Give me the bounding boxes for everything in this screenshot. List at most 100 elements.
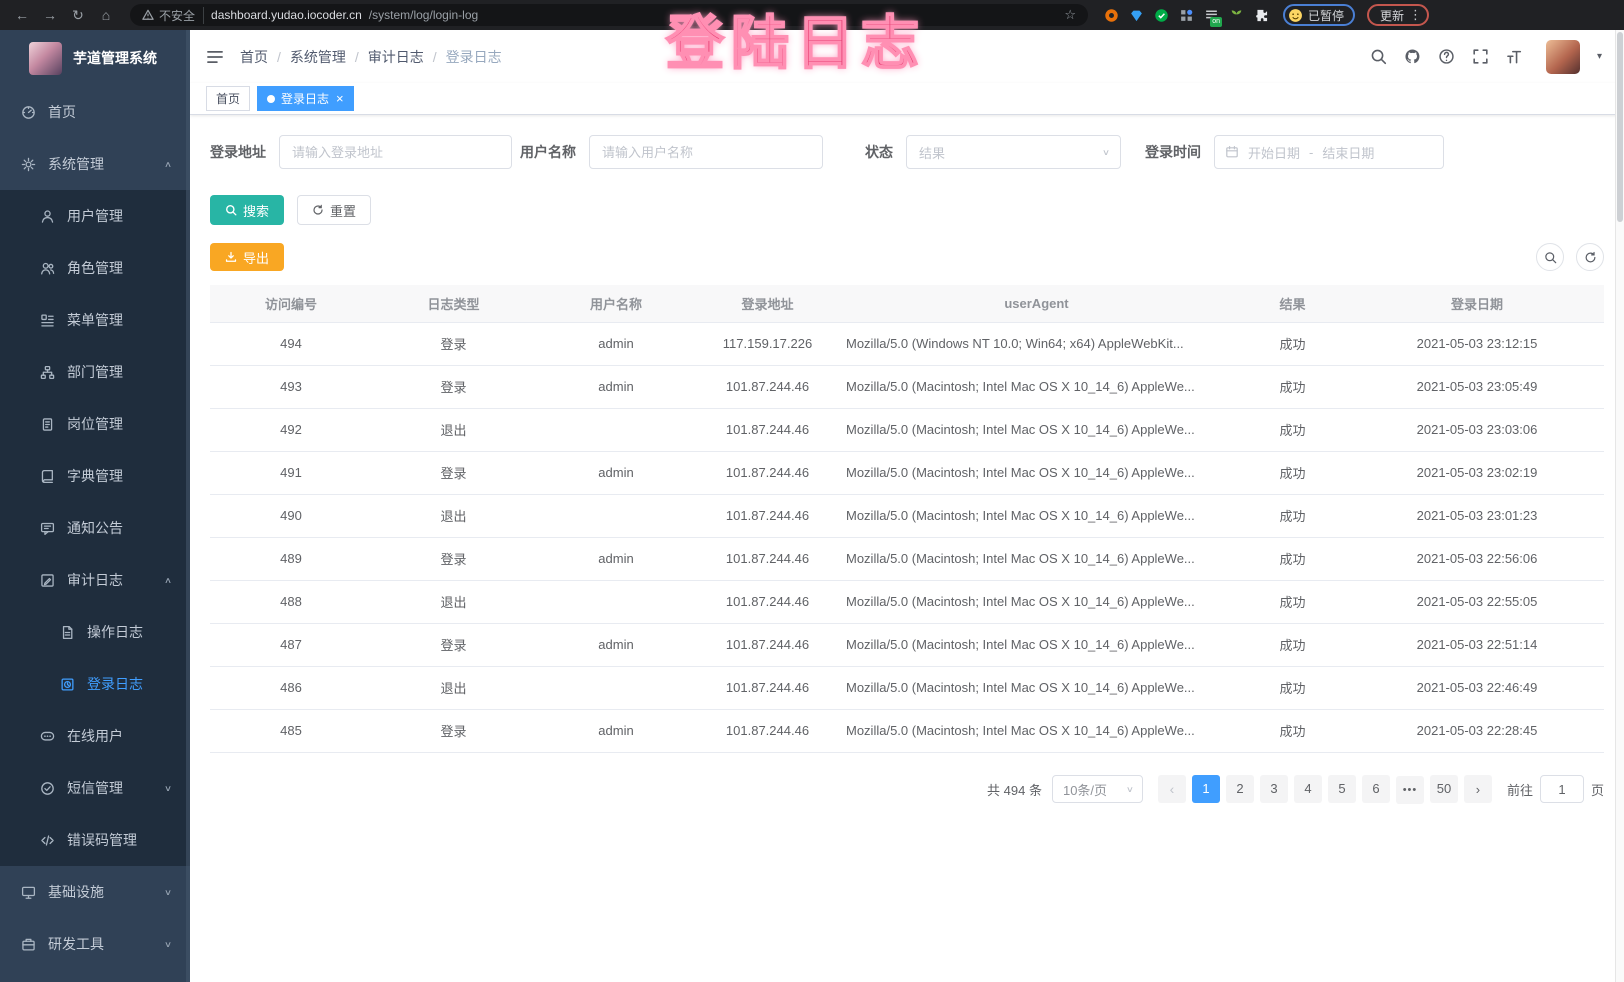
- sidebar-item-notices[interactable]: 通知公告: [0, 502, 190, 554]
- help-icon[interactable]: [1438, 48, 1455, 65]
- pager-next-button[interactable]: ›: [1464, 775, 1492, 803]
- pager-prev-button[interactable]: ‹: [1158, 775, 1186, 803]
- table-cell: 494: [210, 322, 372, 365]
- tab-close-icon[interactable]: ×: [336, 92, 344, 105]
- reset-button[interactable]: 重置: [297, 195, 371, 225]
- table-cell: 101.87.244.46: [697, 451, 838, 494]
- bookmark-star-icon[interactable]: ☆: [1064, 7, 1076, 23]
- sidebar-item-login-log[interactable]: 登录日志: [0, 658, 190, 710]
- chevron-up-icon: ∧: [164, 575, 172, 585]
- avatar-caret-icon[interactable]: ▾: [1597, 51, 1602, 62]
- update-pill[interactable]: 更新 ⋮: [1367, 4, 1429, 26]
- sidebar-item-posts[interactable]: 岗位管理: [0, 398, 190, 450]
- sidebar-item-infra[interactable]: 基础设施∨: [0, 866, 190, 918]
- status-select[interactable]: 结果 ∨: [906, 135, 1121, 169]
- github-icon[interactable]: [1404, 48, 1421, 65]
- goto-page-input[interactable]: [1540, 775, 1584, 803]
- tags-bar: 首页登录日志×: [190, 83, 1624, 115]
- search-icon[interactable]: [1370, 48, 1387, 65]
- ext-list-on-icon[interactable]: on: [1204, 8, 1219, 23]
- pager-page-6[interactable]: 6: [1362, 775, 1390, 803]
- refresh-table-button[interactable]: [1576, 243, 1604, 271]
- fullscreen-icon[interactable]: [1472, 48, 1489, 65]
- address-bar[interactable]: 不安全 dashboard.yudao.iocoder.cn/system/lo…: [130, 4, 1088, 26]
- sidebar-item-roles[interactable]: 角色管理: [0, 242, 190, 294]
- sidebar-logo[interactable]: 芋道管理系统: [0, 30, 190, 86]
- ext-gem-icon[interactable]: [1129, 8, 1144, 23]
- sidebar: 芋道管理系统 首页系统管理∧用户管理角色管理菜单管理部门管理岗位管理字典管理通知…: [0, 30, 190, 982]
- export-button[interactable]: 导出: [210, 243, 284, 271]
- chevron-down-icon: ∨: [164, 939, 172, 949]
- scrollbar-thumb[interactable]: [1617, 32, 1623, 222]
- hamburger-icon[interactable]: [206, 48, 224, 66]
- pager-page-4[interactable]: 4: [1294, 775, 1322, 803]
- start-date-placeholder: 开始日期: [1248, 143, 1300, 162]
- page-scrollbar[interactable]: [1615, 30, 1624, 982]
- sidebar-item-online-users[interactable]: 在线用户: [0, 710, 190, 762]
- breadcrumb-separator: /: [355, 49, 359, 65]
- sidebar-item-audit-log[interactable]: 审计日志∧: [0, 554, 190, 606]
- table-cell: 101.87.244.46: [697, 580, 838, 623]
- search-button-label: 搜索: [243, 201, 269, 220]
- breadcrumb-item[interactable]: 审计日志: [368, 47, 424, 67]
- pager-page-5[interactable]: 5: [1328, 775, 1356, 803]
- tab-label: 首页: [216, 90, 240, 107]
- sidebar-item-home[interactable]: 首页: [0, 86, 190, 138]
- browser-reload-icon[interactable]: ↻: [66, 3, 90, 27]
- sidebar-item-dev-tools[interactable]: 研发工具∨: [0, 918, 190, 970]
- pager-page-1[interactable]: 1: [1192, 775, 1220, 803]
- table-cell: 2021-05-03 22:28:45: [1350, 709, 1604, 752]
- profile-emoji-icon: [1288, 8, 1303, 23]
- ext-plant-icon[interactable]: [1229, 8, 1244, 23]
- sidebar-item-dicts[interactable]: 字典管理: [0, 450, 190, 502]
- username-input[interactable]: [589, 135, 823, 169]
- column-header: 结果: [1235, 285, 1350, 322]
- sidebar-item-error-codes[interactable]: 错误码管理: [0, 814, 190, 866]
- table-cell: 492: [210, 408, 372, 451]
- sidebar-item-users[interactable]: 用户管理: [0, 190, 190, 242]
- sidebar-item-system[interactable]: 系统管理∧: [0, 138, 190, 190]
- page-size-select[interactable]: 10条/页 ∨: [1052, 775, 1143, 803]
- paused-label: 已暂停: [1308, 7, 1344, 24]
- user-avatar[interactable]: [1546, 40, 1580, 74]
- ext-orange-icon[interactable]: [1104, 8, 1119, 23]
- breadcrumb-item[interactable]: 系统管理: [290, 47, 346, 67]
- login-address-input[interactable]: [279, 135, 512, 169]
- search-button[interactable]: 搜索: [210, 195, 284, 225]
- security-chip[interactable]: 不安全: [142, 7, 204, 24]
- table-cell: 登录: [372, 537, 535, 580]
- table-cell: 101.87.244.46: [697, 494, 838, 537]
- pager-page-50[interactable]: 50: [1430, 775, 1458, 803]
- tab-home[interactable]: 首页: [206, 86, 250, 111]
- tab-login-log[interactable]: 登录日志×: [257, 86, 354, 111]
- devtools-icon: [21, 937, 36, 952]
- table-cell: 2021-05-03 23:02:19: [1350, 451, 1604, 494]
- sidebar-item-sms[interactable]: 短信管理∨: [0, 762, 190, 814]
- login-time-range-picker[interactable]: 开始日期 - 结束日期: [1214, 135, 1444, 169]
- extensions-puzzle-icon[interactable]: [1254, 8, 1269, 23]
- pager-ellipsis[interactable]: •••: [1396, 776, 1424, 804]
- pager-page-3[interactable]: 3: [1260, 775, 1288, 803]
- profile-paused-pill[interactable]: 已暂停: [1283, 4, 1355, 26]
- browser-back-icon[interactable]: ←: [10, 3, 34, 27]
- column-header: 用户名称: [535, 285, 697, 322]
- table-row: 492退出101.87.244.46Mozilla/5.0 (Macintosh…: [210, 408, 1604, 451]
- toggle-search-button[interactable]: [1536, 243, 1564, 271]
- table-body: 494登录admin117.159.17.226Mozilla/5.0 (Win…: [210, 322, 1604, 752]
- browser-home-icon[interactable]: ⌂: [94, 3, 118, 27]
- dept-icon: [40, 365, 55, 380]
- breadcrumb-item[interactable]: 首页: [240, 47, 268, 67]
- breadcrumb-item: 登录日志: [446, 47, 502, 67]
- browser-menu-icon[interactable]: ⋮: [1409, 7, 1422, 23]
- sidebar-item-label: 基础设施: [48, 882, 104, 902]
- pager-page-2[interactable]: 2: [1226, 775, 1254, 803]
- ext-grid-icon[interactable]: [1179, 8, 1194, 23]
- sidebar-item-depts[interactable]: 部门管理: [0, 346, 190, 398]
- ext-green-check-icon[interactable]: [1154, 8, 1169, 23]
- table-cell: 489: [210, 537, 372, 580]
- sidebar-item-menus[interactable]: 菜单管理: [0, 294, 190, 346]
- table-right-tools: [1536, 243, 1604, 271]
- sidebar-item-operate-log[interactable]: 操作日志: [0, 606, 190, 658]
- font-size-icon[interactable]: [1506, 48, 1523, 65]
- browser-forward-icon[interactable]: →: [38, 3, 62, 27]
